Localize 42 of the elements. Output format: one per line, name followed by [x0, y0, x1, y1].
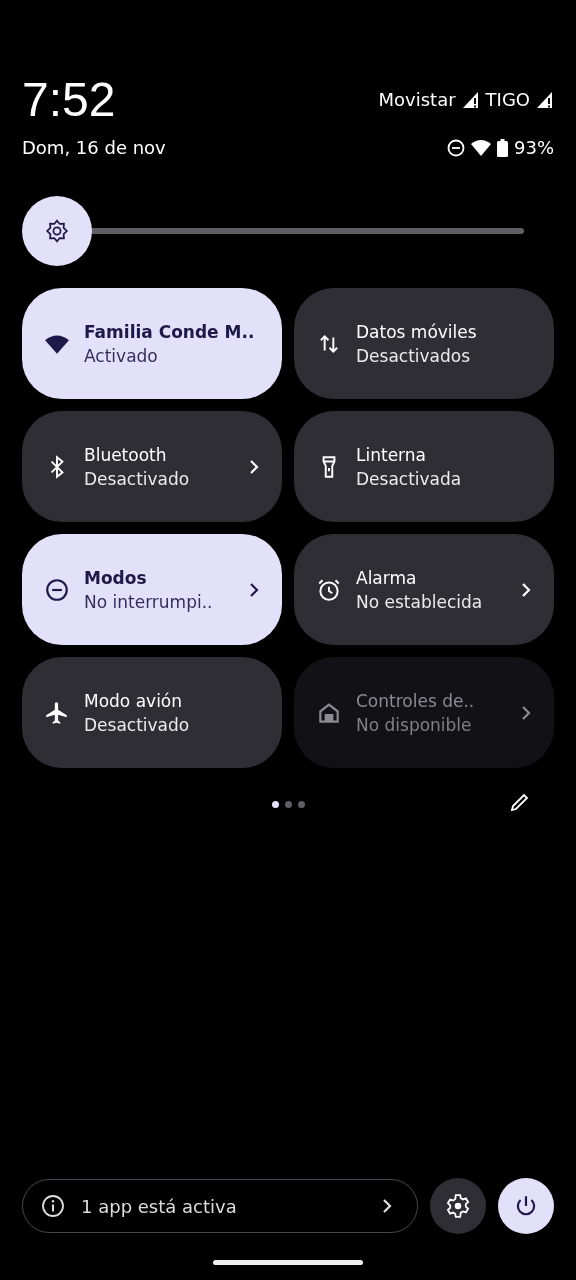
- tile-title: Alarma: [356, 567, 418, 588]
- active-apps-button[interactable]: 1 app está activa: [22, 1179, 418, 1233]
- info-icon: [41, 1194, 65, 1218]
- wifi-icon: [471, 139, 491, 156]
- quick-settings-tile[interactable]: Linterna Desactivada: [294, 411, 554, 522]
- carrier-name: Movistar: [378, 89, 456, 110]
- signal-icon: [461, 90, 480, 109]
- tile-title: Modos: [84, 567, 148, 588]
- quick-settings-tile[interactable]: Bluetooth Desactivado: [22, 411, 282, 522]
- brightness-icon: [44, 218, 70, 244]
- quick-settings-tile[interactable]: Alarma No establecida: [294, 534, 554, 645]
- tile-title: Familia Conde M..: [84, 321, 256, 342]
- tile-status: Desactivado: [84, 714, 191, 735]
- tile-status: No establecida: [356, 591, 484, 612]
- tile-title: Modo avión: [84, 690, 184, 711]
- clock-time: 7:52: [22, 72, 116, 127]
- tile-title: Linterna: [356, 444, 427, 465]
- tile-status: Desactivada: [356, 468, 463, 489]
- power-button[interactable]: [498, 1178, 554, 1234]
- carrier-name: TIGO: [485, 89, 530, 110]
- quick-settings-tile[interactable]: Modo avión Desactivado: [22, 657, 282, 768]
- tile-title: Datos móviles: [356, 321, 478, 342]
- tile-status: Desactivados: [356, 345, 472, 366]
- battery-icon: [497, 138, 508, 157]
- date-text: Dom, 16 de nov: [22, 137, 166, 158]
- settings-button[interactable]: [430, 1178, 486, 1234]
- battery-percentage: 93%: [514, 137, 554, 158]
- do-not-disturb-icon: [447, 138, 465, 157]
- tile-status: Desactivado: [84, 468, 191, 489]
- tile-title: Bluetooth: [84, 444, 168, 465]
- tile-status: No disponible: [356, 714, 473, 735]
- quick-settings-tile[interactable]: Modos No interrumpi..: [22, 534, 282, 645]
- tile-status: Activado: [84, 345, 159, 366]
- chevron-icon: [381, 1198, 393, 1214]
- settings-icon: [445, 1193, 471, 1219]
- signal-icon: [536, 90, 554, 109]
- tile-status: No interrumpi..: [84, 591, 214, 612]
- tile-title: Controles de..: [356, 690, 476, 711]
- do-not-disturb-icon: [44, 576, 70, 603]
- quick-settings-tile[interactable]: Datos móviles Desactivados: [294, 288, 554, 399]
- airplane-icon: [44, 699, 70, 726]
- quick-settings-tile[interactable]: Familia Conde M.. Activado: [22, 288, 282, 399]
